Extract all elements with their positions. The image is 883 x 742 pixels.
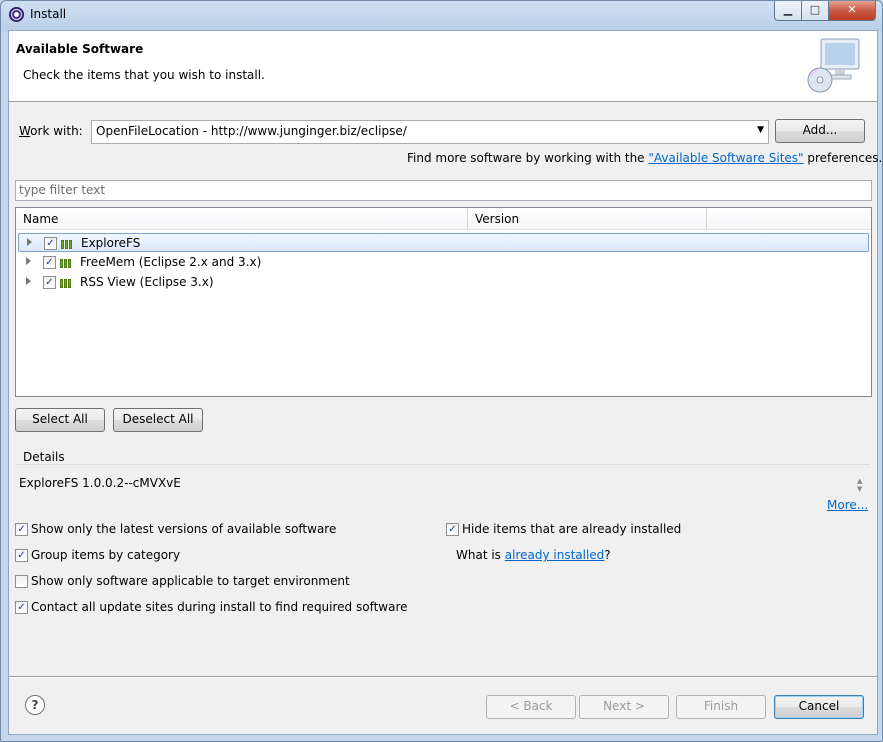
filter-input[interactable]: type filter text xyxy=(15,180,872,201)
contact-sites-checkbox[interactable]: ✓ xyxy=(15,601,28,614)
feature-icon xyxy=(61,238,76,249)
tree-row[interactable]: ✓ ExploreFS xyxy=(18,233,869,252)
software-tree[interactable]: Name Version ✓ ExploreFS ✓ FreeMem (Ecli… xyxy=(15,207,872,397)
tree-row-checkbox[interactable]: ✓ xyxy=(43,276,56,289)
column-header-version[interactable]: Version xyxy=(468,208,707,230)
group-by-category-checkbox[interactable]: ✓ xyxy=(15,549,28,562)
show-applicable-checkbox[interactable] xyxy=(15,575,28,588)
what-is-installed-text: What is already installed? xyxy=(456,548,611,562)
work-with-label-text: ork with: xyxy=(30,124,83,138)
what-is-suffix: ? xyxy=(604,548,611,562)
available-sites-link[interactable]: "Available Software Sites" xyxy=(648,151,803,165)
banner-description: Check the items that you wish to install… xyxy=(23,68,265,82)
work-with-label: Work with: xyxy=(19,124,83,138)
tree-row-checkbox[interactable]: ✓ xyxy=(44,237,57,250)
wizard-banner: Available Software Check the items that … xyxy=(9,31,877,102)
install-window: Install ▁ □ ✕ Available Software Check t… xyxy=(0,0,883,742)
tree-row-label: RSS View (Eclipse 3.x) xyxy=(80,275,214,289)
tree-row-checkbox[interactable]: ✓ xyxy=(43,256,56,269)
feature-icon xyxy=(60,277,75,288)
contact-sites-label: Contact all update sites during install … xyxy=(31,600,408,614)
column-header-name[interactable]: Name xyxy=(16,208,468,230)
back-button[interactable]: < Back xyxy=(486,695,576,719)
tree-row[interactable]: ✓ RSS View (Eclipse 3.x) xyxy=(18,273,869,292)
find-more-prefix: Find more software by working with the xyxy=(407,151,649,165)
more-link[interactable]: More... xyxy=(827,498,868,512)
details-text: ExploreFS 1.0.0.2--cMVXvE xyxy=(19,476,181,490)
hide-installed-checkbox[interactable]: ✓ xyxy=(446,523,459,536)
expand-icon[interactable] xyxy=(26,277,31,285)
find-more-suffix: preferences. xyxy=(803,151,883,165)
find-more-text: Find more software by working with the "… xyxy=(407,151,882,165)
banner-title: Available Software xyxy=(16,42,144,56)
work-with-value: OpenFileLocation - http://www.junginger.… xyxy=(96,124,407,138)
chevron-down-icon[interactable]: ▼ xyxy=(757,125,764,135)
eclipse-icon xyxy=(9,7,24,22)
close-button[interactable]: ✕ xyxy=(828,1,876,21)
expand-icon[interactable] xyxy=(27,238,32,246)
deselect-all-button[interactable]: Deselect All xyxy=(113,408,203,432)
work-with-combo[interactable]: OpenFileLocation - http://www.junginger.… xyxy=(91,120,769,144)
add-site-button[interactable]: Add... xyxy=(775,119,865,143)
show-latest-label: Show only the latest versions of availab… xyxy=(31,522,337,536)
filter-placeholder: type filter text xyxy=(19,183,106,197)
cancel-button[interactable]: Cancel xyxy=(774,695,864,719)
already-installed-link[interactable]: already installed xyxy=(505,548,605,562)
work-with-mnemonic: W xyxy=(19,124,31,138)
show-applicable-label: Show only software applicable to target … xyxy=(31,574,350,588)
title-bar[interactable]: Install ▁ □ ✕ xyxy=(1,1,882,29)
show-latest-checkbox[interactable]: ✓ xyxy=(15,523,28,536)
computer-cd-icon xyxy=(807,38,860,93)
hide-installed-label: Hide items that are already installed xyxy=(462,522,682,536)
group-by-category-label: Group items by category xyxy=(31,548,181,562)
maximize-button[interactable]: □ xyxy=(801,1,829,21)
dialog-client: Available Software Check the items that … xyxy=(8,30,882,735)
tree-row[interactable]: ✓ FreeMem (Eclipse 2.x and 3.x) xyxy=(18,253,869,272)
details-scroll-arrows[interactable]: ▲ ▼ xyxy=(857,477,862,493)
feature-icon xyxy=(60,257,75,268)
tree-row-label: FreeMem (Eclipse 2.x and 3.x) xyxy=(80,255,262,269)
finish-button[interactable]: Finish xyxy=(676,695,766,719)
tree-row-label: ExploreFS xyxy=(81,236,141,250)
select-all-button[interactable]: Select All xyxy=(15,408,105,432)
help-icon[interactable]: ? xyxy=(25,695,45,715)
column-header-filler xyxy=(707,208,871,230)
details-label: Details xyxy=(23,450,65,464)
window-title: Install xyxy=(30,7,67,21)
footer-separator xyxy=(9,676,877,678)
expand-icon[interactable] xyxy=(26,257,31,265)
what-is-prefix: What is xyxy=(456,548,505,562)
minimize-button[interactable]: ▁ xyxy=(774,1,802,21)
next-button[interactable]: Next > xyxy=(579,695,669,719)
